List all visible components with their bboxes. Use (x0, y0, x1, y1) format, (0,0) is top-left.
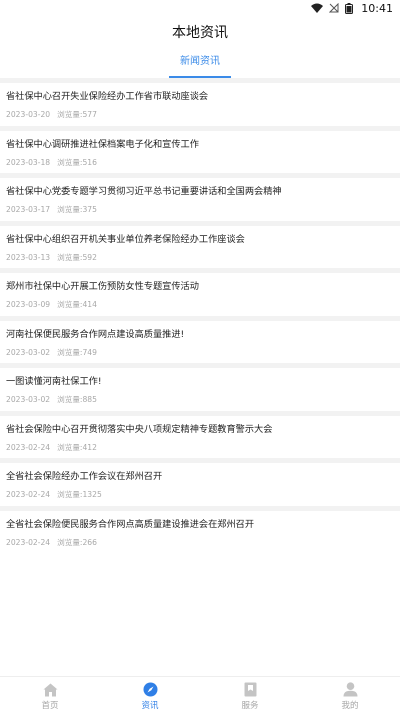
news-meta: 2023-03-02 浏览量:749 (6, 347, 97, 358)
nav-profile[interactable]: 我的 (300, 677, 400, 711)
news-title: 全省社会保险便民服务合作网点高质量建设推进会在郑州召开 (6, 518, 255, 530)
no-signal-icon (329, 3, 339, 13)
news-views: 浏览量:749 (57, 347, 97, 357)
news-views: 浏览量:375 (57, 205, 97, 214)
bookmark-icon (242, 682, 258, 697)
news-meta: 2023-02-24 浏览量:1325 (6, 489, 102, 500)
news-item[interactable]: 河南社保便民服务合作网点建设高质量推进! 2023-03-02 浏览量:749 (0, 315, 400, 363)
user-icon (342, 682, 358, 697)
news-item[interactable]: 省社会保险中心召开贯彻落实中央八项规定精神专题教育警示大会 2023-02-24… (0, 410, 400, 458)
bottom-nav: 首页 资讯 服务 我的 (0, 676, 400, 711)
wifi-icon (311, 3, 324, 13)
status-bar: 10:41 (0, 0, 400, 16)
news-meta: 2023-03-18 浏览量:516 (6, 157, 97, 168)
news-item[interactable]: 一图读懂河南社保工作! 2023-03-02 浏览量:885 (0, 363, 400, 411)
news-title: 省社保中心组织召开机关事业单位养老保险经办工作座谈会 (6, 233, 245, 245)
home-icon (42, 682, 58, 697)
battery-icon (345, 2, 354, 14)
nav-home[interactable]: 首页 (0, 677, 100, 711)
news-meta: 2023-02-24 浏览量:412 (6, 442, 97, 453)
nav-service-label: 服务 (241, 701, 259, 711)
news-item[interactable]: 省社保中心调研推进社保档案电子化和宣传工作 2023-03-18 浏览量:516 (0, 125, 400, 173)
news-date: 2023-03-18 (6, 157, 51, 167)
news-date: 2023-02-24 (6, 442, 51, 452)
news-views: 浏览量:885 (57, 395, 97, 404)
news-date: 2023-03-02 (6, 347, 51, 357)
news-views: 浏览量:266 (57, 537, 97, 547)
news-item[interactable]: 全省社会保险便民服务合作网点高质量建设推进会在郑州召开 2023-02-24 浏览… (0, 505, 400, 553)
news-title: 省社会保险中心召开贯彻落实中央八项规定精神专题教育警示大会 (6, 423, 273, 435)
nav-news-label: 资讯 (141, 701, 159, 711)
news-meta: 2023-03-02 浏览量:885 (6, 394, 97, 405)
news-meta: 2023-03-13 浏览量:592 (6, 252, 97, 263)
news-date: 2023-03-09 (6, 300, 51, 309)
news-views: 浏览量:1325 (57, 490, 102, 499)
news-views: 浏览量:592 (57, 252, 97, 262)
news-title: 省社保中心调研推进社保档案电子化和宣传工作 (6, 138, 199, 150)
nav-home-label: 首页 (41, 701, 59, 711)
news-date: 2023-02-24 (6, 537, 51, 547)
tab-news[interactable]: 新闻资讯 (169, 54, 231, 78)
tab-news-label: 新闻资讯 (180, 56, 220, 67)
tab-bar: 新闻资讯 (0, 54, 400, 78)
news-item[interactable]: 郑州市社保中心开展工伤预防女性专题宣传活动 2023-03-09 浏览量:414 (0, 268, 400, 316)
status-time: 10:41 (361, 1, 393, 15)
news-screen: 10:41 本地资讯 新闻资讯 省社保中心召开失业保险经办工作省市联动座谈会 2… (0, 0, 400, 711)
news-title: 省社保中心召开失业保险经办工作省市联动座谈会 (6, 91, 209, 102)
news-meta: 2023-02-24 浏览量:266 (6, 537, 97, 548)
news-date: 2023-03-02 (6, 395, 51, 404)
news-meta: 2023-03-20 浏览量:577 (6, 109, 97, 120)
news-date: 2023-03-20 (6, 110, 51, 119)
news-date: 2023-02-24 (6, 490, 51, 499)
news-meta: 2023-03-17 浏览量:375 (6, 204, 97, 215)
news-title: 全省社会保险经办工作会议在郑州召开 (6, 471, 163, 482)
page-title: 本地资讯 (172, 25, 228, 41)
news-list: 省社保中心召开失业保险经办工作省市联动座谈会 2023-03-20 浏览量:577… (0, 78, 400, 553)
news-title: 河南社保便民服务合作网点建设高质量推进! (6, 328, 185, 340)
news-views: 浏览量:516 (57, 157, 97, 167)
news-meta: 2023-03-09 浏览量:414 (6, 299, 97, 310)
nav-profile-label: 我的 (341, 701, 359, 711)
news-item[interactable]: 省社保中心召开失业保险经办工作省市联动座谈会 2023-03-20 浏览量:577 (0, 78, 400, 126)
nav-service[interactable]: 服务 (200, 677, 300, 711)
news-views: 浏览量:577 (57, 110, 97, 119)
news-item[interactable]: 省社保中心组织召开机关事业单位养老保险经办工作座谈会 2023-03-13 浏览量… (0, 220, 400, 268)
news-views: 浏览量:412 (57, 442, 97, 452)
news-title: 一图读懂河南社保工作! (6, 376, 102, 387)
nav-news[interactable]: 资讯 (100, 677, 200, 711)
news-date: 2023-03-17 (6, 205, 51, 214)
news-item[interactable]: 省社保中心党委专题学习贯彻习近平总书记重要讲话和全国两会精神 2023-03-1… (0, 173, 400, 221)
news-title: 省社保中心党委专题学习贯彻习近平总书记重要讲话和全国两会精神 (6, 186, 282, 197)
compass-icon (142, 682, 158, 697)
news-title: 郑州市社保中心开展工伤预防女性专题宣传活动 (6, 281, 199, 292)
news-date: 2023-03-13 (6, 252, 51, 262)
news-views: 浏览量:414 (57, 300, 97, 309)
news-item[interactable]: 全省社会保险经办工作会议在郑州召开 2023-02-24 浏览量:1325 (0, 458, 400, 506)
